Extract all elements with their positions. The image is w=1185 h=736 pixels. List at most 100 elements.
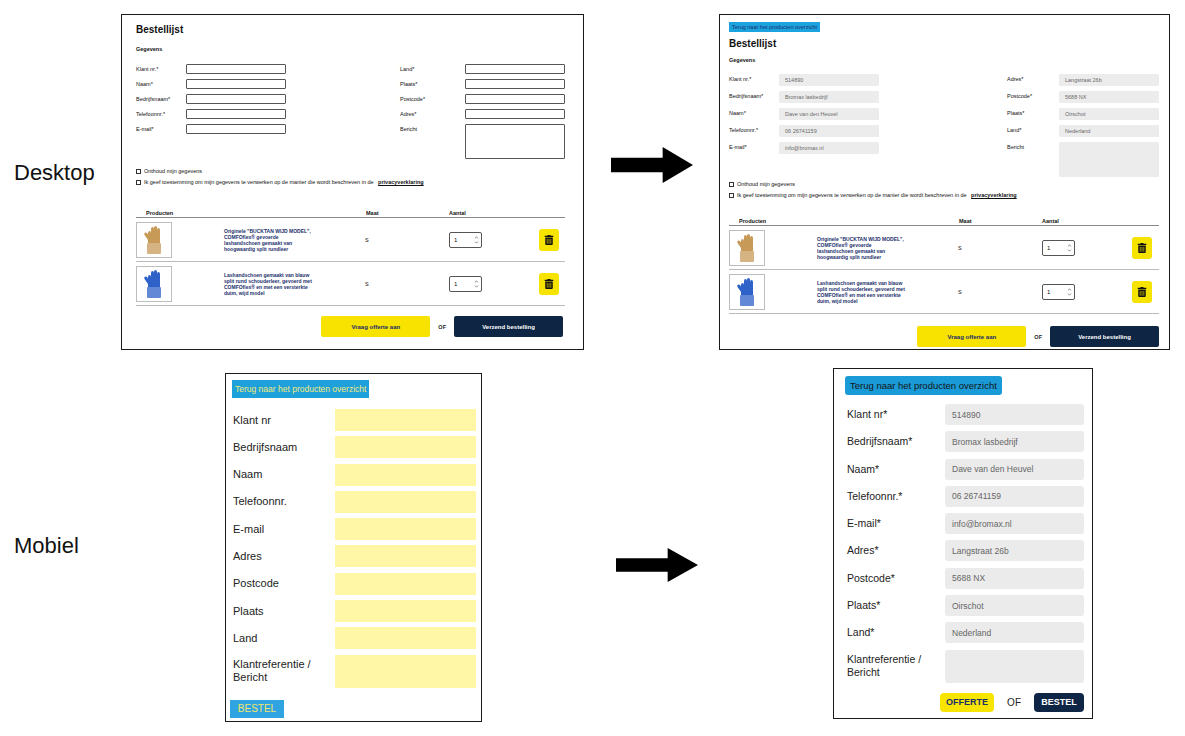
- text-input[interactable]: [465, 79, 565, 89]
- text-input[interactable]: [186, 94, 286, 104]
- arrow-icon: [616, 548, 698, 582]
- quote-button[interactable]: Vraag offerte aan: [321, 316, 430, 337]
- checkbox[interactable]: [729, 182, 734, 187]
- text-input[interactable]: [335, 600, 476, 622]
- chevron-up-icon[interactable]: [1067, 287, 1072, 292]
- form-field: Postcode*5688 NX: [845, 568, 1084, 589]
- text-input[interactable]: 06 26741159: [945, 486, 1084, 507]
- text-input[interactable]: 5688 NX: [1059, 91, 1159, 103]
- text-input[interactable]: [335, 464, 476, 486]
- field-label: Land*: [400, 64, 465, 74]
- delete-button[interactable]: [1132, 237, 1152, 259]
- chevron-up-icon[interactable]: [474, 235, 479, 240]
- checkbox[interactable]: [136, 180, 141, 185]
- text-input[interactable]: Bromax lasbedrijf: [945, 431, 1084, 452]
- field-label: Postcode*: [845, 572, 945, 585]
- chevron-down-icon[interactable]: [474, 284, 479, 289]
- text-input[interactable]: [335, 627, 476, 649]
- delete-button[interactable]: [1132, 281, 1152, 303]
- checkbox-row[interactable]: Ik geef toestemming om mijn gegevens te …: [729, 191, 1159, 199]
- privacy-link[interactable]: privacyverklaring: [378, 178, 424, 186]
- field-label: Klantreferentie / Bericht: [232, 658, 335, 684]
- checkbox-row[interactable]: Onthoud mijn gegevens: [729, 180, 1159, 188]
- chevron-down-icon[interactable]: [1067, 248, 1072, 253]
- message-textarea[interactable]: [465, 124, 565, 159]
- back-button[interactable]: Terug naar het producten overzicht: [232, 380, 369, 398]
- text-input[interactable]: [186, 109, 286, 119]
- text-input[interactable]: [465, 94, 565, 104]
- message-textarea[interactable]: [335, 655, 476, 688]
- text-input[interactable]: info@bromax.nl: [945, 513, 1084, 534]
- text-input[interactable]: Nederland: [1059, 125, 1159, 137]
- chevron-down-icon[interactable]: [474, 240, 479, 245]
- text-input[interactable]: Langstraat 26b: [945, 540, 1084, 561]
- stepper-arrows[interactable]: [1067, 287, 1072, 297]
- field-label: E-mail: [232, 523, 335, 536]
- order-button[interactable]: Verzend bestelling: [454, 316, 563, 337]
- text-input[interactable]: Bromax lasbedrijf: [779, 91, 879, 103]
- checkbox[interactable]: [136, 169, 141, 174]
- privacy-link[interactable]: privacyverklaring: [971, 191, 1017, 199]
- quantity-stepper[interactable]: 1: [449, 276, 482, 292]
- delete-button[interactable]: [539, 273, 559, 295]
- quantity-stepper[interactable]: 1: [449, 232, 482, 248]
- text-input[interactable]: [335, 491, 476, 513]
- text-input[interactable]: 5688 NX: [945, 568, 1084, 589]
- desktop-order-form: BestellijstGegevensKlant nr.*Naam*Bedrij…: [121, 14, 584, 350]
- checkbox-row[interactable]: Ik geef toestemming om mijn gegevens te …: [136, 178, 565, 186]
- text-input[interactable]: [186, 79, 286, 89]
- field-label: Postcode: [232, 577, 335, 590]
- text-input[interactable]: 514890: [945, 404, 1084, 425]
- order-button[interactable]: Verzend bestelling: [1050, 326, 1159, 347]
- text-input[interactable]: Langstraat 26b: [1059, 74, 1159, 86]
- trash-icon: [544, 235, 554, 245]
- checkbox-label: Ik geef toestemming om mijn gegevens te …: [737, 191, 967, 199]
- stepper-arrows[interactable]: [474, 279, 479, 289]
- text-input[interactable]: Oirschot: [945, 595, 1084, 616]
- field-label: Plaats*: [1007, 108, 1059, 119]
- order-button[interactable]: BESTEL: [230, 700, 284, 718]
- chevron-up-icon[interactable]: [474, 279, 479, 284]
- message-textarea[interactable]: [945, 650, 1084, 683]
- text-input[interactable]: [335, 409, 476, 431]
- text-input[interactable]: [186, 64, 286, 74]
- quantity-stepper[interactable]: 1: [1042, 284, 1075, 300]
- chevron-up-icon[interactable]: [1067, 243, 1072, 248]
- field-label: Telefoonnr.*: [729, 125, 779, 136]
- product-size: S: [364, 237, 449, 243]
- text-input[interactable]: [465, 109, 565, 119]
- message-textarea[interactable]: [1059, 142, 1159, 177]
- product-row: Originele "BUCKTAN WIJD MODEL", COMFOfle…: [729, 226, 1159, 270]
- checkbox-row[interactable]: Onthoud mijn gegevens: [136, 167, 565, 175]
- back-button[interactable]: Terug naar het producten overzicht: [729, 22, 820, 32]
- form-field: Klant nr: [232, 409, 477, 431]
- text-input[interactable]: info@bromax.nl: [779, 142, 879, 154]
- stepper-arrows[interactable]: [1067, 243, 1072, 253]
- text-input[interactable]: Dave van den Heuvel: [779, 108, 879, 120]
- field-label: Telefoonnr.*: [845, 490, 945, 503]
- delete-button[interactable]: [539, 229, 559, 251]
- quote-button[interactable]: OFFERTE: [940, 693, 994, 712]
- desktop-row: DesktopBestellijstGegevensKlant nr.*Naam…: [0, 14, 1185, 350]
- text-input[interactable]: [186, 124, 286, 134]
- text-input[interactable]: Dave van den Heuvel: [945, 459, 1084, 480]
- stepper-arrows[interactable]: [474, 235, 479, 245]
- quantity-stepper[interactable]: 1: [1042, 240, 1075, 256]
- form-field: Plaats*Oirschot: [845, 595, 1084, 616]
- text-input[interactable]: [465, 64, 565, 74]
- text-input[interactable]: 06 26741159: [779, 125, 879, 137]
- checkbox[interactable]: [729, 193, 734, 198]
- text-input[interactable]: 514890: [779, 74, 879, 86]
- field-label: E-mail*: [845, 517, 945, 530]
- back-button[interactable]: Terug naar het producten overzicht: [845, 376, 1002, 395]
- text-input[interactable]: [335, 545, 476, 567]
- text-input[interactable]: Nederland: [945, 622, 1084, 643]
- text-input[interactable]: [335, 436, 476, 458]
- chevron-down-icon[interactable]: [1067, 292, 1072, 297]
- text-input[interactable]: [335, 573, 476, 595]
- field-label: Postcode*: [400, 94, 465, 104]
- text-input[interactable]: Oirschot: [1059, 108, 1159, 120]
- quote-button[interactable]: Vraag offerte aan: [917, 326, 1026, 347]
- text-input[interactable]: [335, 518, 476, 540]
- order-button[interactable]: BESTEL: [1034, 693, 1084, 712]
